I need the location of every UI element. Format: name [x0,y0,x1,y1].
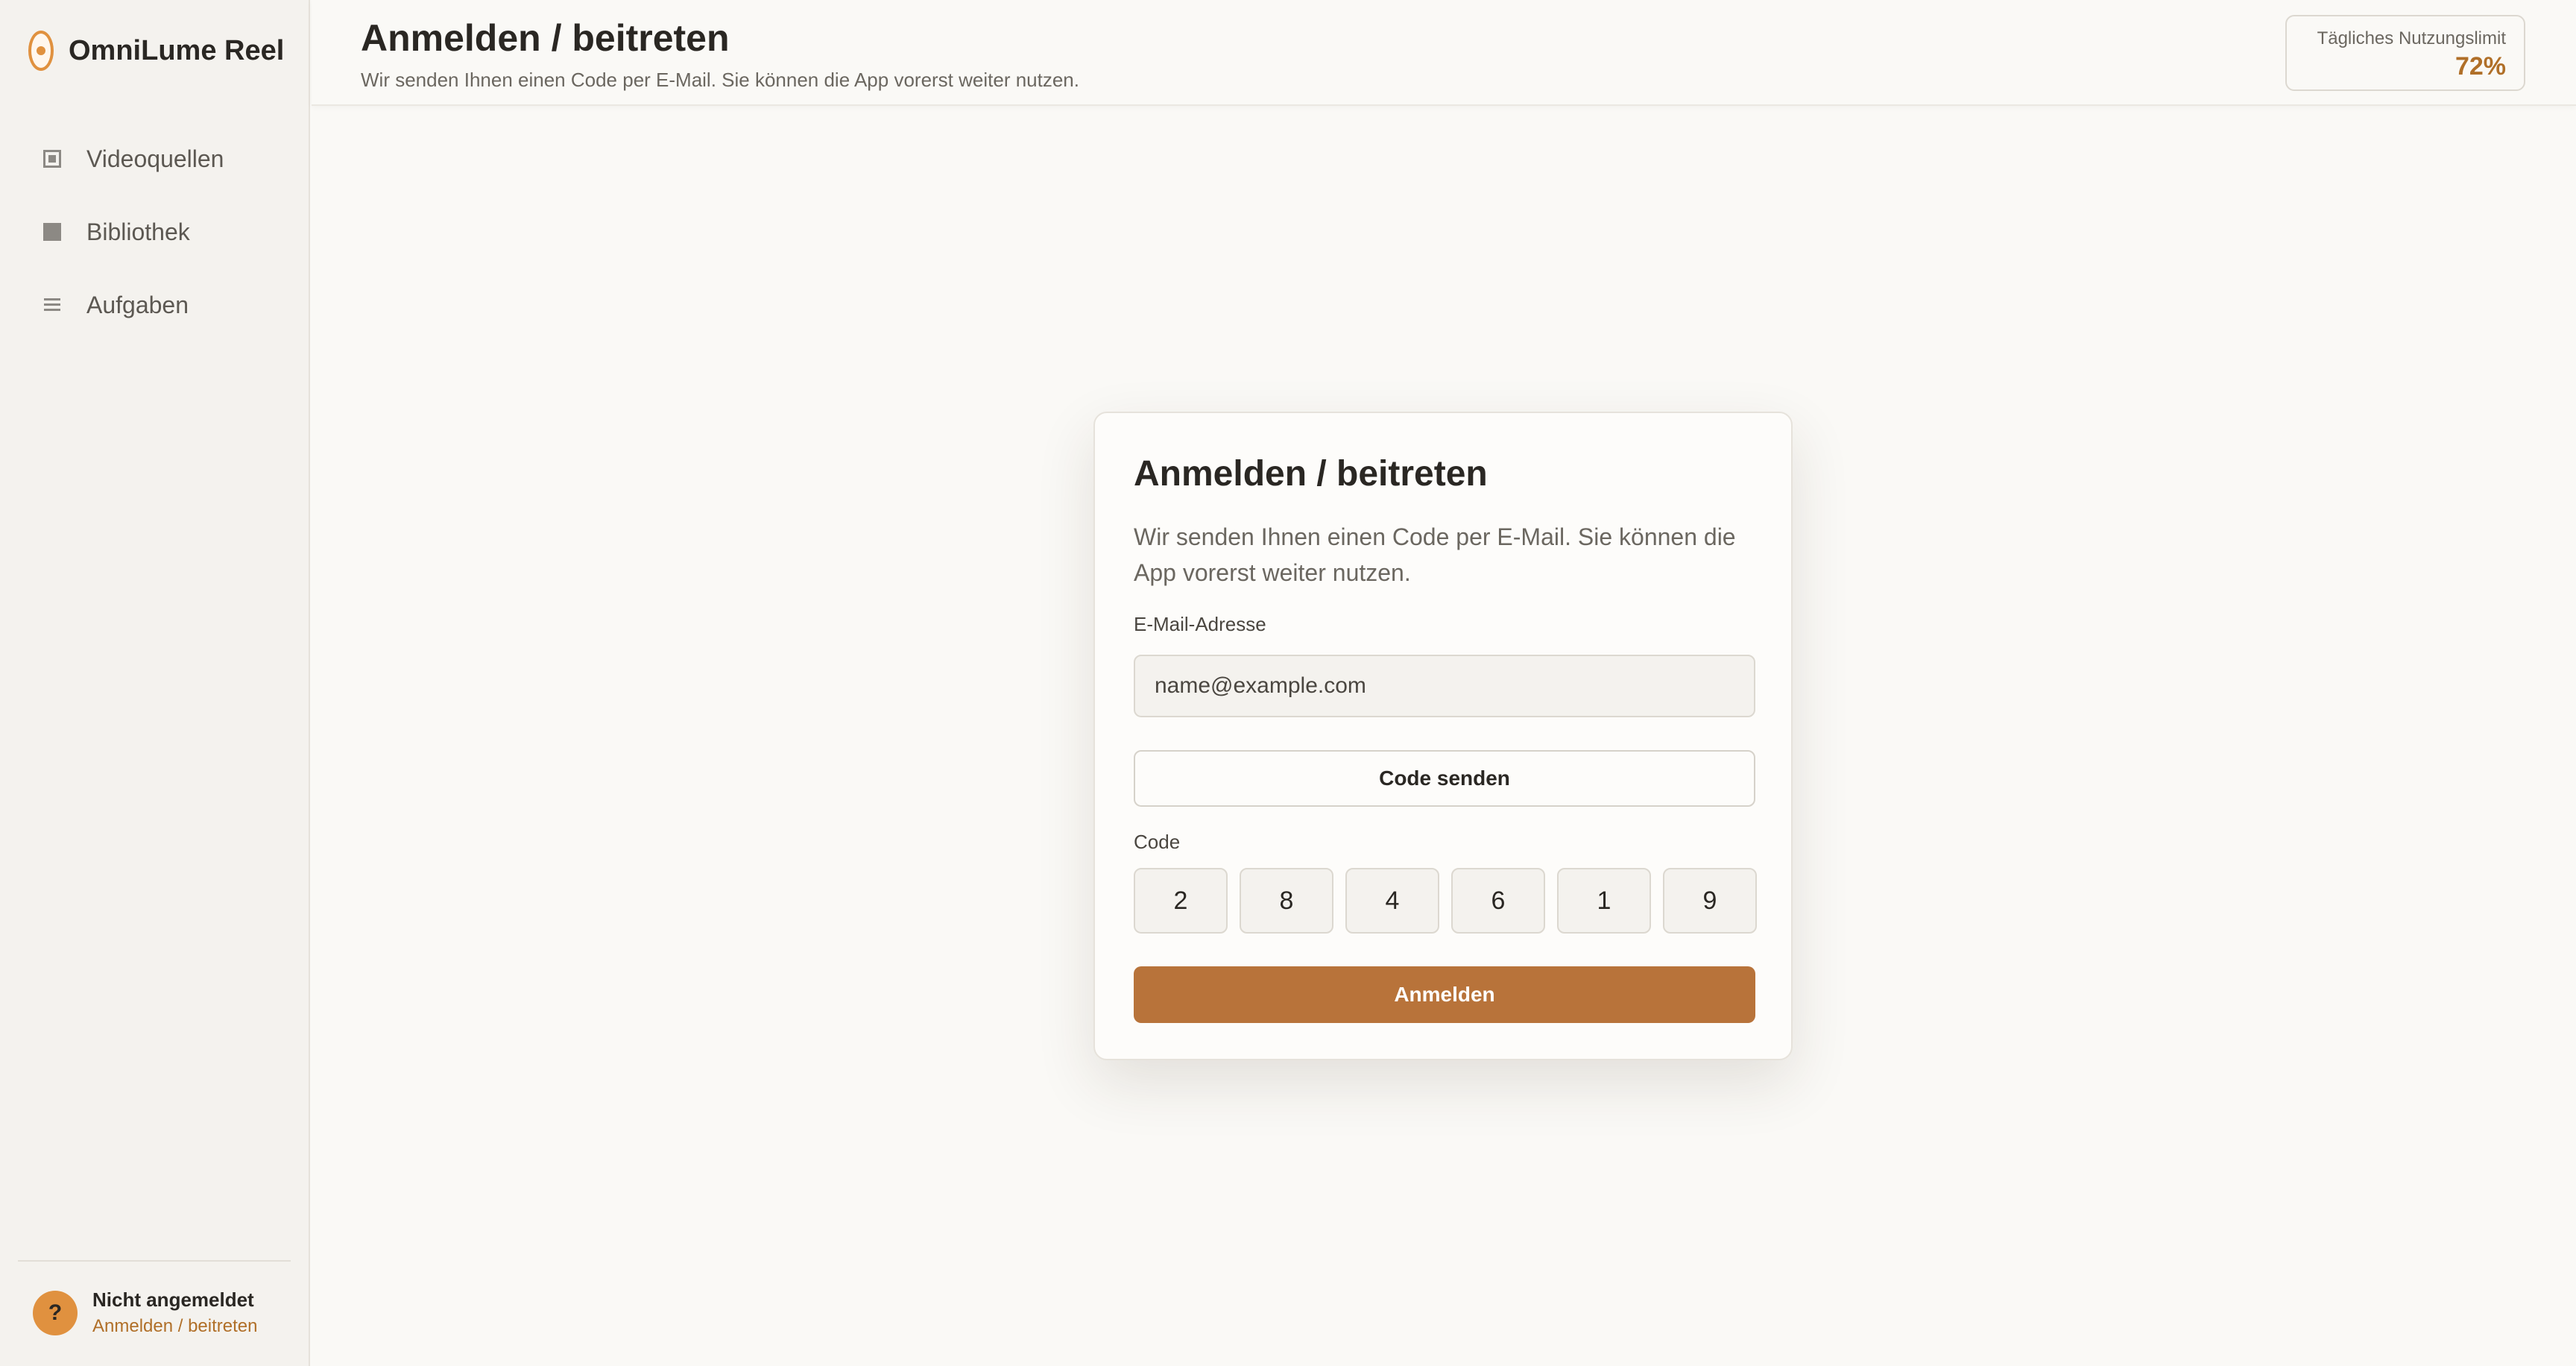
code-digit-2[interactable] [1240,868,1333,934]
account-info: Nicht angemeldet Anmelden / beitreten [92,1288,257,1337]
sidebar-item-bibliothek[interactable]: Bibliothek [18,195,294,268]
sign-in-button[interactable]: Anmelden [1134,966,1755,1023]
email-label: E-Mail-Adresse [1134,613,1266,635]
code-input-row [1134,868,1757,934]
code-digit-5[interactable] [1557,868,1651,934]
email-field[interactable] [1134,655,1755,717]
usage-limit-value: 72% [2455,52,2506,81]
code-digit-3[interactable] [1345,868,1439,934]
app-name: OmniLume Reel [69,34,285,66]
omnilume-logo-icon [28,31,54,71]
sidebar-item-aufgaben[interactable]: Aufgaben [18,268,294,342]
login-status: Nicht angemeldet [92,1288,254,1311]
brand[interactable]: OmniLume Reel [28,27,284,75]
sign-in-link[interactable]: Anmelden / beitreten [92,1316,257,1337]
code-digit-6[interactable] [1663,868,1757,934]
sidebar-item-label: Videoquellen [86,145,224,172]
account-footer: ? Nicht angemeldet Anmelden / beitreten [18,1260,291,1337]
send-code-button[interactable]: Code senden [1134,750,1755,807]
sign-in-card: Anmelden / beitreten Wir senden Ihnen ei… [1093,412,1793,1060]
sidebar-item-label: Aufgaben [86,291,189,318]
sidebar-item-videoquellen[interactable]: Videoquellen [18,122,294,195]
card-title: Anmelden / beitreten [1134,454,1488,494]
page-subtitle: Wir senden Ihnen einen Code per E-Mail. … [361,69,1079,91]
app-root: OmniLume Reel Videoquellen Bibliothek Au… [0,0,2576,1366]
sidebar: OmniLume Reel Videoquellen Bibliothek Au… [0,0,310,1366]
avatar[interactable]: ? [33,1290,78,1335]
sidebar-item-label: Bibliothek [86,218,190,245]
code-label: Code [1134,831,1181,853]
video-frame-icon [42,148,63,169]
usage-limit-label: Tägliches Nutzungslimit [2317,28,2506,48]
page-header: Anmelden / beitreten Wir senden Ihnen ei… [312,0,2576,106]
sidebar-nav: Videoquellen Bibliothek Aufgaben [18,122,294,342]
code-digit-4[interactable] [1451,868,1545,934]
library-square-icon [42,221,63,242]
task-list-icon [42,295,63,315]
code-digit-1[interactable] [1134,868,1228,934]
usage-limit-badge: Tägliches Nutzungslimit 72% [2285,15,2525,91]
page-title: Anmelden / beitreten [361,17,730,59]
card-description: Wir senden Ihnen einen Code per E-Mail. … [1134,523,1736,586]
